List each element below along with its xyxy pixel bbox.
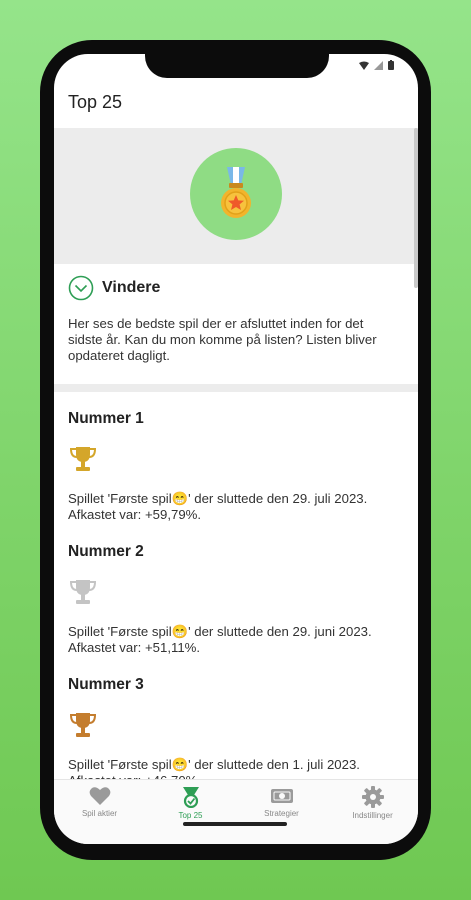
list-item: Nummer 2 Spillet 'Første spil😁' der slut…	[68, 543, 408, 656]
list-item: Nummer 3 Spillet 'Første spil😁' der slut…	[68, 676, 408, 789]
list-item: Nummer 1 Spillet 'Første spil😁' der slut…	[68, 410, 408, 523]
section-title: Vindere	[102, 279, 161, 296]
scrollbar[interactable]	[414, 128, 418, 288]
home-indicator[interactable]	[183, 822, 287, 826]
nav-label: Strategier	[264, 809, 299, 818]
phone-notch	[145, 54, 329, 78]
medal-icon	[221, 167, 251, 218]
hero-banner	[54, 128, 418, 264]
nav-label: Spil aktier	[81, 809, 118, 818]
nav-spil-aktier[interactable]: Spil aktier	[54, 780, 145, 844]
bottom-nav: Spil aktier Top 25 Strategier Indstillin…	[54, 779, 418, 844]
section-divider	[54, 384, 418, 392]
entry-title: Nummer 2	[68, 543, 144, 560]
nav-indstillinger[interactable]: Indstillinger	[327, 780, 418, 844]
chevron-down-circle-icon[interactable]	[68, 275, 94, 301]
gold-trophy-icon	[69, 447, 97, 471]
nav-top-25[interactable]: Top 25	[145, 780, 236, 844]
entry-text: Spillet 'Første spil😁' der sluttede den …	[68, 624, 372, 655]
nav-label: Top 25	[178, 811, 203, 820]
signal-icon	[374, 60, 383, 70]
entry-title: Nummer 1	[68, 410, 144, 427]
app-screen: Top 25 Vindere Her ses de bedste spil de…	[54, 54, 418, 844]
winners-header[interactable]: Vindere	[68, 275, 160, 301]
silver-trophy-icon	[69, 580, 97, 604]
medal-badge	[190, 148, 282, 240]
page-title: Top 25	[68, 92, 123, 112]
wifi-icon	[359, 61, 369, 70]
battery-icon	[388, 60, 394, 70]
money-icon	[270, 789, 293, 803]
heart-icon	[89, 787, 110, 805]
section-description: Her ses de bedste spil der er afsluttet …	[68, 316, 377, 363]
gear-icon	[361, 786, 384, 808]
bronze-trophy-icon	[69, 713, 97, 737]
entry-title: Nummer 3	[68, 676, 144, 693]
medal-icon	[182, 787, 199, 808]
status-bar	[359, 60, 394, 70]
nav-label: Indstillinger	[352, 811, 393, 820]
nav-strategier[interactable]: Strategier	[236, 780, 327, 844]
entry-text: Spillet 'Første spil😁' der sluttede den …	[68, 491, 368, 522]
